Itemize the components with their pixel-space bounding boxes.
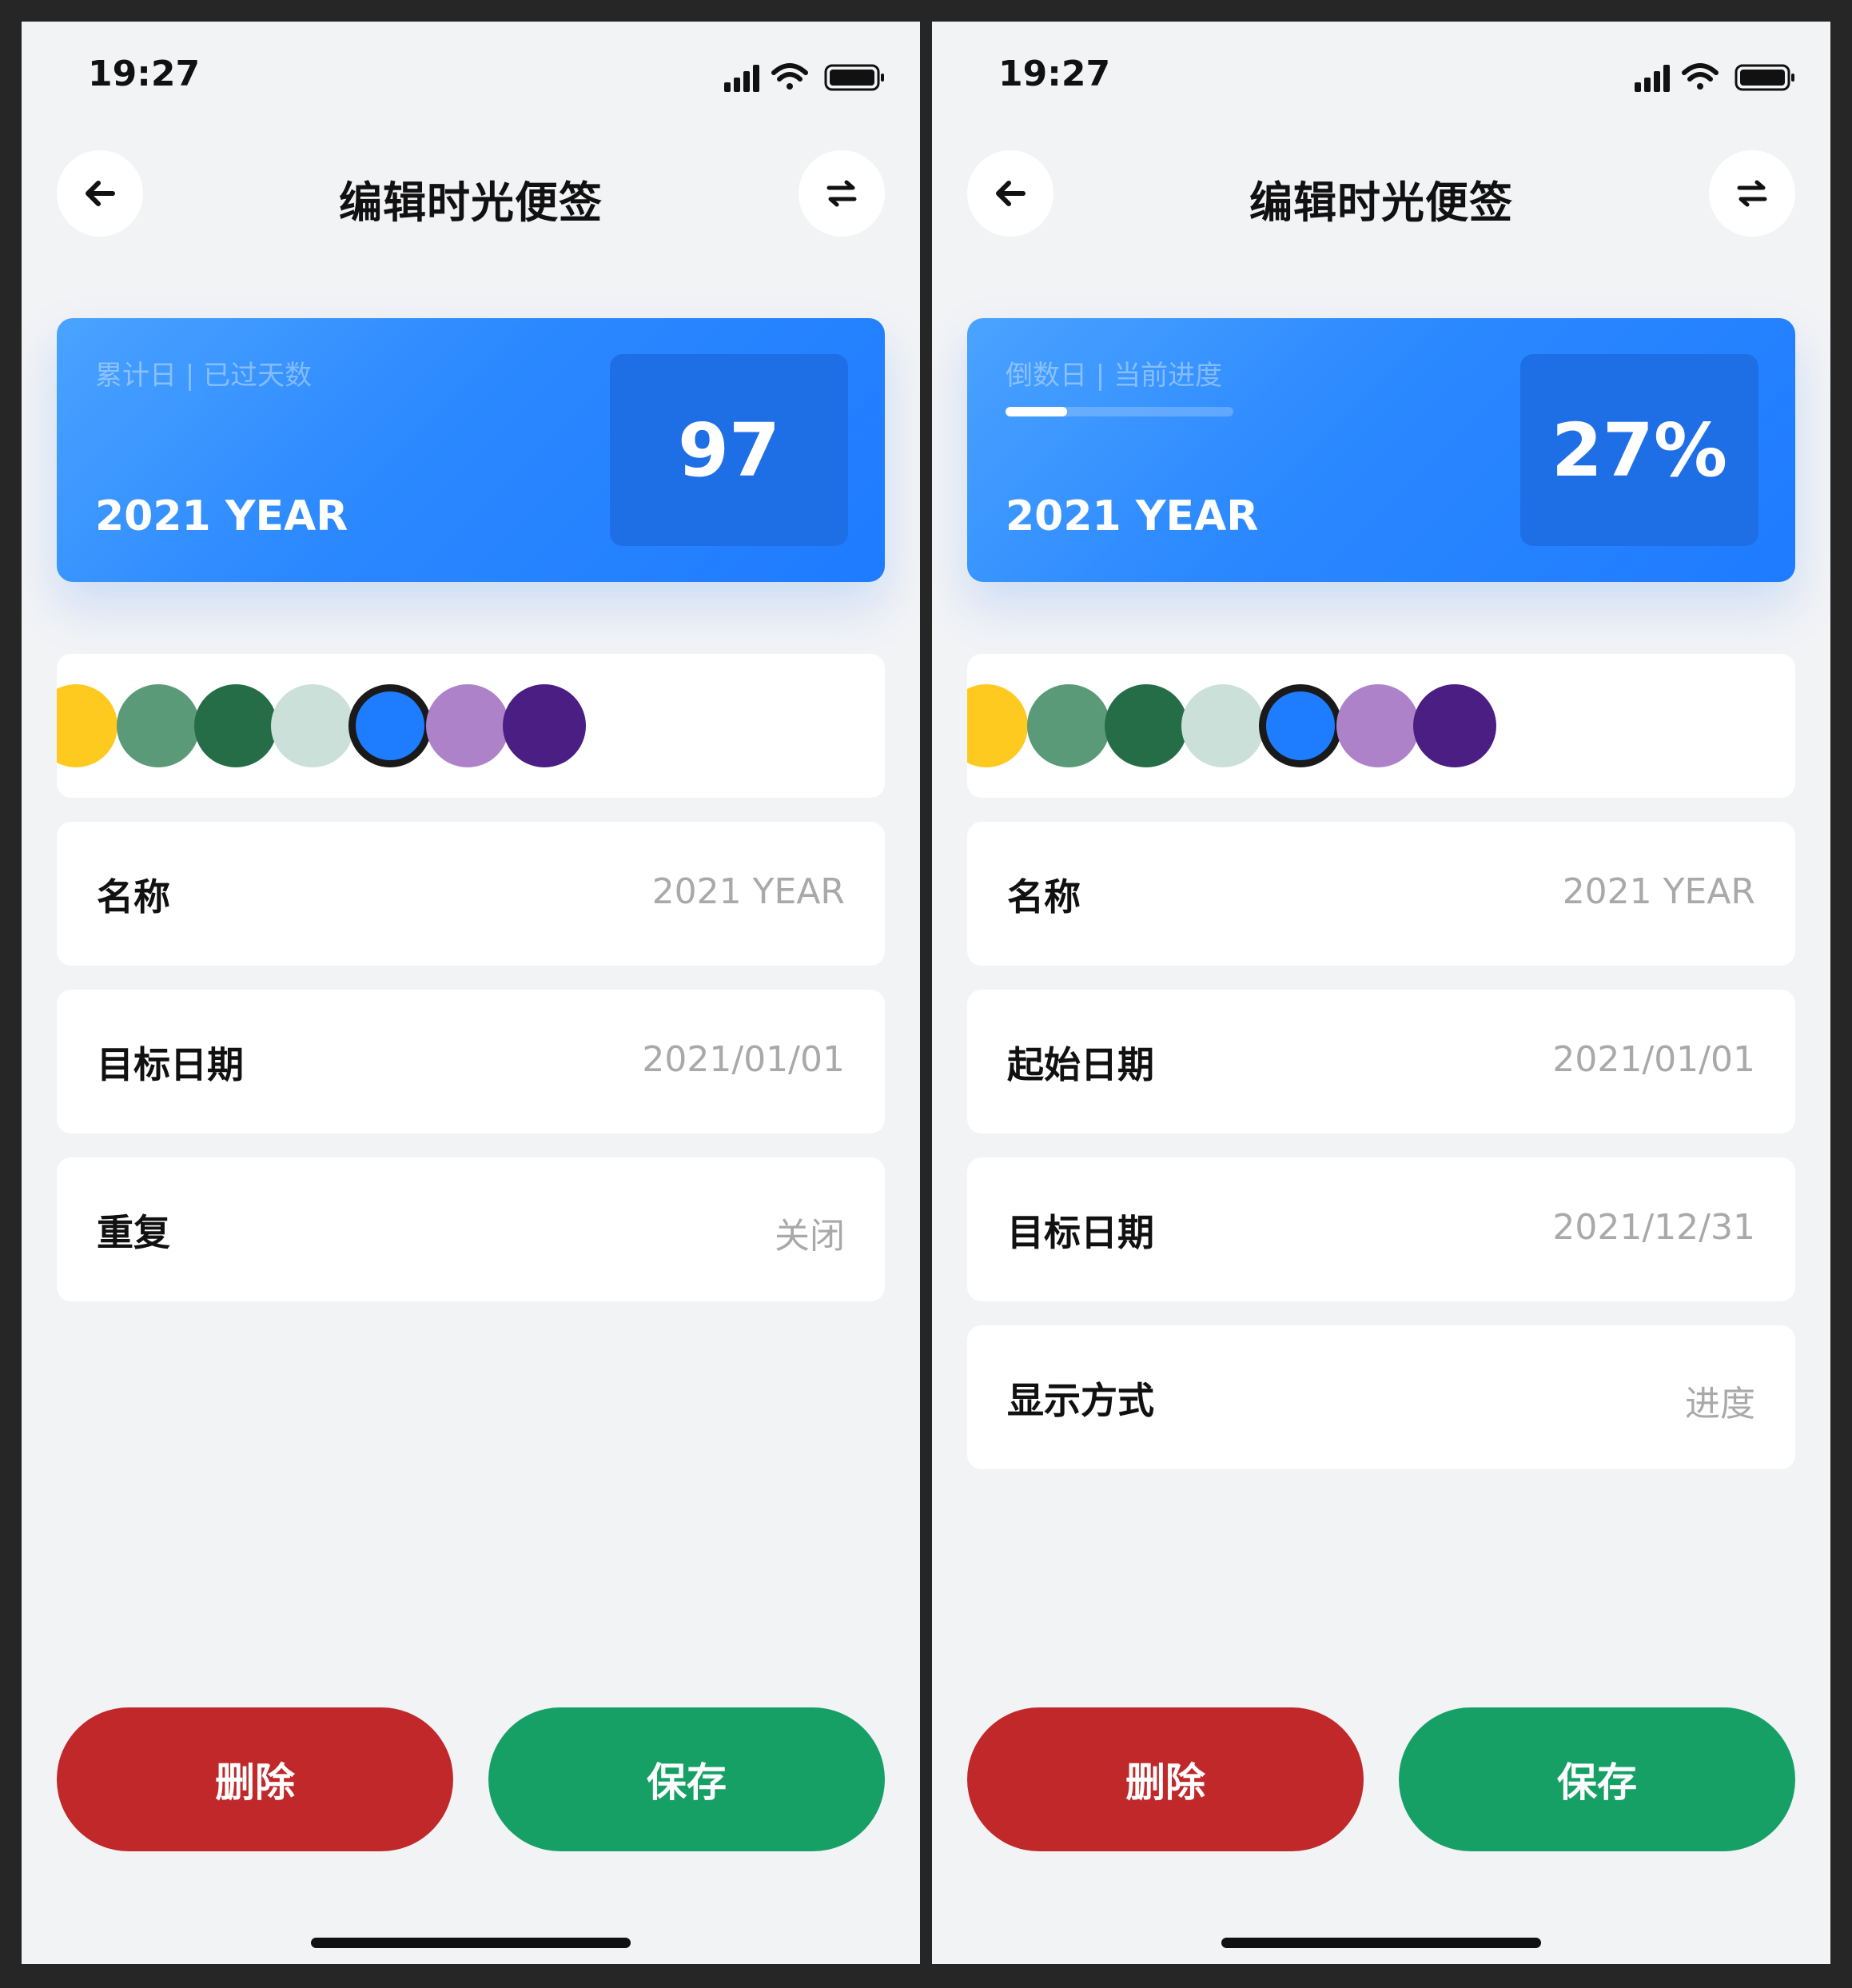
field-label: 显示方式 bbox=[1007, 1379, 1154, 1422]
field-value: 2021 YEAR bbox=[651, 871, 845, 912]
home-indicator[interactable] bbox=[1221, 1938, 1541, 1948]
delete-button[interactable]: 删除 bbox=[967, 1707, 1364, 1851]
phone-screen-progress: 19:27 编辑时光便签 倒数日 | 当前进度 2021 YEAR 27% 名称… bbox=[932, 22, 1830, 1964]
color-swatch[interactable] bbox=[503, 684, 586, 767]
field-value: 2021/01/01 bbox=[1552, 1039, 1755, 1080]
color-swatch[interactable] bbox=[1027, 684, 1110, 767]
card-type-label: 累计日 | 已过天数 bbox=[95, 360, 313, 392]
color-swatch[interactable] bbox=[1259, 684, 1342, 767]
page-title: 编辑时光便签 bbox=[339, 177, 603, 228]
field-name[interactable]: 名称 2021 YEAR bbox=[57, 822, 885, 966]
field-value: 2021/12/31 bbox=[1552, 1207, 1755, 1248]
color-swatch[interactable] bbox=[117, 684, 200, 767]
field-label: 名称 bbox=[1007, 875, 1081, 918]
color-swatch[interactable] bbox=[426, 684, 509, 767]
color-swatch[interactable] bbox=[1105, 684, 1188, 767]
color-swatch[interactable] bbox=[348, 684, 432, 767]
field-value: 进度 bbox=[1685, 1384, 1755, 1424]
field-value: 2021 YEAR bbox=[1562, 871, 1755, 912]
color-picker bbox=[57, 654, 885, 798]
swap-button[interactable] bbox=[799, 150, 885, 237]
swap-icon bbox=[826, 180, 857, 207]
cellular-signal-icon bbox=[1635, 65, 1670, 92]
color-swatch[interactable] bbox=[1336, 684, 1420, 767]
field-target-date[interactable]: 目标日期 2021/12/31 bbox=[967, 1157, 1795, 1301]
save-button[interactable]: 保存 bbox=[1399, 1707, 1795, 1851]
color-picker bbox=[967, 654, 1795, 798]
status-time: 19:27 bbox=[998, 54, 1111, 94]
field-repeat[interactable]: 重复 关闭 bbox=[57, 1157, 885, 1301]
home-indicator[interactable] bbox=[311, 1938, 631, 1948]
delete-button[interactable]: 删除 bbox=[57, 1707, 453, 1851]
battery-icon bbox=[1735, 64, 1794, 91]
field-name[interactable]: 名称 2021 YEAR bbox=[967, 822, 1795, 966]
color-swatch[interactable] bbox=[271, 684, 354, 767]
field-value: 关闭 bbox=[775, 1216, 845, 1257]
save-button[interactable]: 保存 bbox=[488, 1707, 885, 1851]
field-start-date[interactable]: 起始日期 2021/01/01 bbox=[967, 990, 1795, 1133]
color-swatch[interactable] bbox=[57, 684, 117, 767]
field-value: 2021/01/01 bbox=[642, 1039, 845, 1080]
field-label: 目标日期 bbox=[97, 1043, 244, 1086]
field-label: 重复 bbox=[97, 1211, 170, 1254]
color-swatch[interactable] bbox=[967, 684, 1028, 767]
cellular-signal-icon bbox=[724, 65, 759, 92]
status-icons bbox=[723, 60, 886, 94]
wifi-icon bbox=[1682, 63, 1719, 90]
status-time: 19:27 bbox=[88, 54, 201, 94]
card-value: 27% bbox=[1551, 407, 1728, 493]
card-value: 97 bbox=[677, 407, 781, 493]
swap-icon bbox=[1737, 180, 1767, 207]
progress-bar bbox=[1006, 407, 1233, 416]
card-year: 2021 YEAR bbox=[95, 492, 348, 540]
preview-card: 倒数日 | 当前进度 2021 YEAR 27% bbox=[967, 318, 1795, 582]
field-label: 目标日期 bbox=[1007, 1211, 1154, 1254]
color-swatch[interactable] bbox=[1413, 684, 1496, 767]
phone-screen-days: 19:27 编辑时光便签 累计日 | 已过天数 2021 YEAR 97 名称 … bbox=[22, 22, 920, 1964]
preview-card: 累计日 | 已过天数 2021 YEAR 97 bbox=[57, 318, 885, 582]
field-label: 名称 bbox=[97, 875, 170, 918]
page-title: 编辑时光便签 bbox=[1249, 177, 1513, 228]
card-year: 2021 YEAR bbox=[1006, 492, 1259, 540]
battery-icon bbox=[824, 64, 884, 91]
color-swatch[interactable] bbox=[194, 684, 277, 767]
field-target-date[interactable]: 目标日期 2021/01/01 bbox=[57, 990, 885, 1133]
card-value-box: 97 bbox=[610, 354, 848, 546]
status-icons bbox=[1633, 60, 1797, 94]
card-value-box: 27% bbox=[1520, 354, 1758, 546]
field-label: 起始日期 bbox=[1007, 1043, 1154, 1086]
field-display-mode[interactable]: 显示方式 进度 bbox=[967, 1325, 1795, 1469]
color-swatch[interactable] bbox=[1181, 684, 1265, 767]
wifi-icon bbox=[771, 63, 808, 90]
progress-bar-fill bbox=[1006, 407, 1067, 416]
card-type-label: 倒数日 | 当前进度 bbox=[1006, 360, 1223, 392]
swap-button[interactable] bbox=[1709, 150, 1795, 237]
